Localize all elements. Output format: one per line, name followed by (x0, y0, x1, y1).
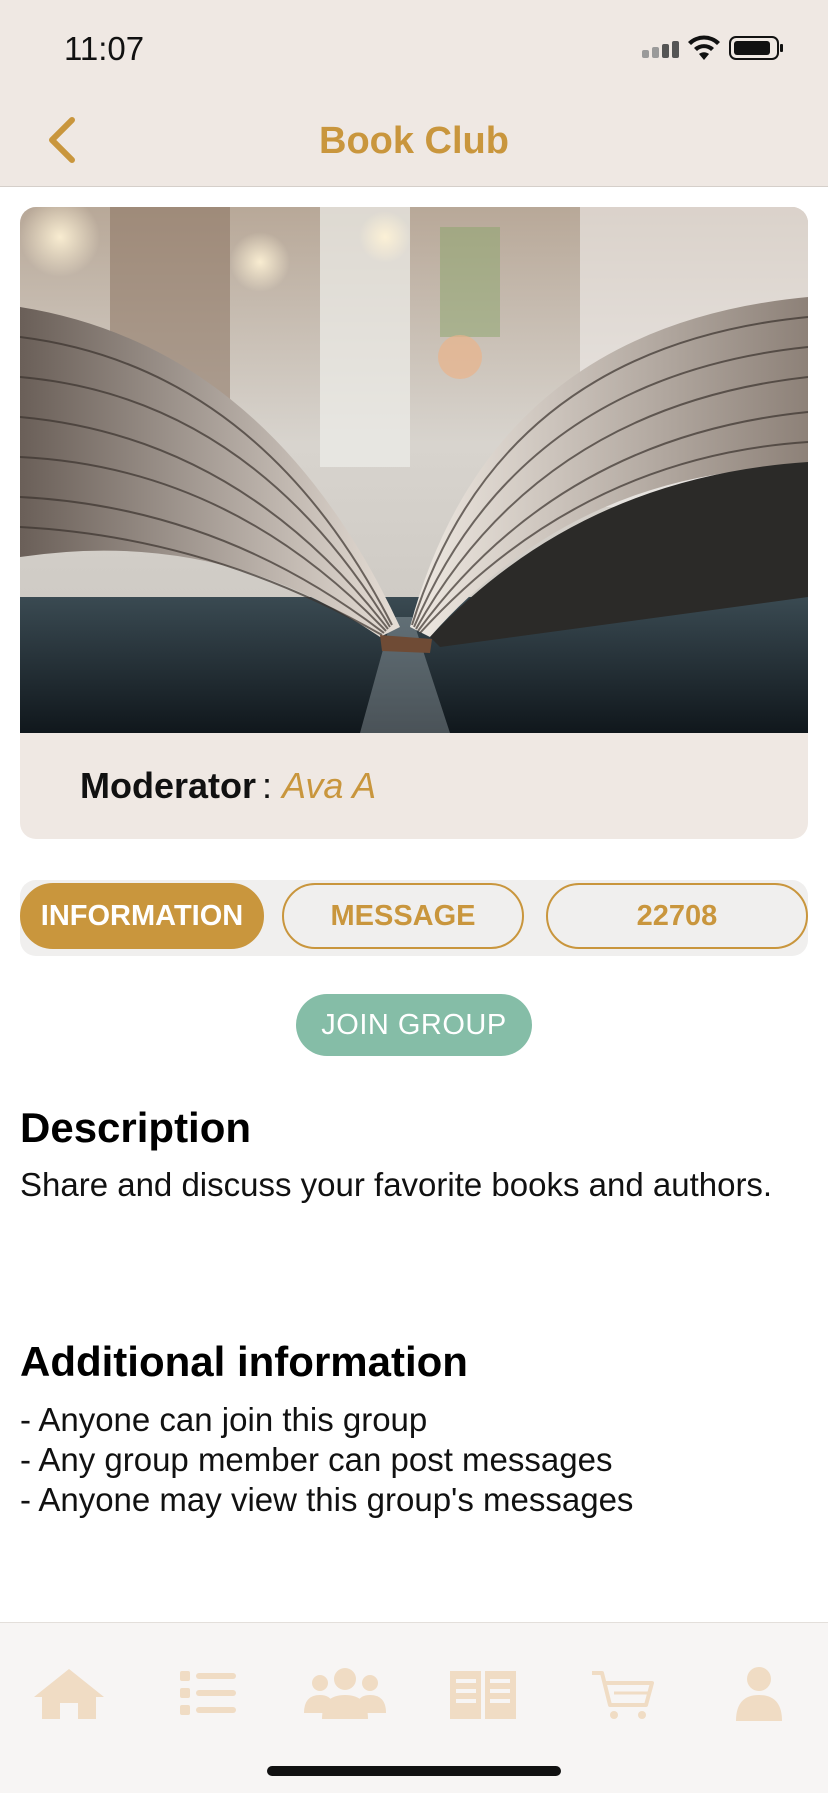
status-bar: 11:07 (0, 0, 828, 96)
list-item: - Anyone can join this group (20, 1401, 428, 1438)
tab-cart[interactable] (576, 1663, 666, 1723)
battery-icon (729, 36, 783, 60)
book-icon (450, 1671, 516, 1719)
tab-message[interactable]: MESSAGE (282, 883, 524, 949)
additional-info-title: Additional information (20, 1338, 468, 1385)
tab-information[interactable]: INFORMATION (20, 883, 264, 949)
group-icon (304, 1668, 386, 1719)
tab-profile[interactable] (714, 1663, 804, 1723)
group-card: Moderator: Ava A (20, 207, 808, 839)
list-item: - Anyone may view this group's messages (20, 1481, 634, 1518)
moderator-line: Moderator: Ava A (80, 765, 376, 807)
cart-icon (592, 1671, 654, 1719)
tab-list[interactable] (162, 1663, 252, 1723)
moderator-label: Moderator (80, 765, 257, 806)
tab-books[interactable] (438, 1663, 528, 1723)
wifi-icon (688, 35, 720, 60)
home-icon (34, 1669, 104, 1719)
tab-home[interactable] (24, 1663, 114, 1723)
description-text: Share and discuss your favorite books an… (20, 1166, 773, 1203)
join-group-button[interactable]: JOIN GROUP (296, 994, 532, 1056)
additional-info-list: - Anyone can join this group - Any group… (20, 1400, 633, 1520)
cellular-signal-icon (642, 41, 679, 58)
list-icon (180, 1671, 236, 1715)
status-icons (618, 34, 798, 64)
status-time: 11:07 (64, 30, 145, 67)
group-cover-image (20, 207, 808, 733)
profile-icon (736, 1667, 782, 1721)
tab-members-count[interactable]: 22708 (546, 883, 808, 949)
description-title: Description (20, 1104, 252, 1151)
group-tabs: INFORMATION MESSAGE 22708 (20, 880, 808, 956)
open-book-photo (20, 207, 808, 733)
home-indicator (267, 1766, 561, 1776)
list-item: - Any group member can post messages (20, 1441, 613, 1478)
moderator-name[interactable]: Ava A (282, 765, 376, 806)
navigation-bar: Book Club (0, 96, 828, 187)
moderator-separator: : (262, 765, 273, 806)
page-title: Book Club (319, 120, 509, 162)
tab-groups[interactable] (300, 1663, 390, 1723)
